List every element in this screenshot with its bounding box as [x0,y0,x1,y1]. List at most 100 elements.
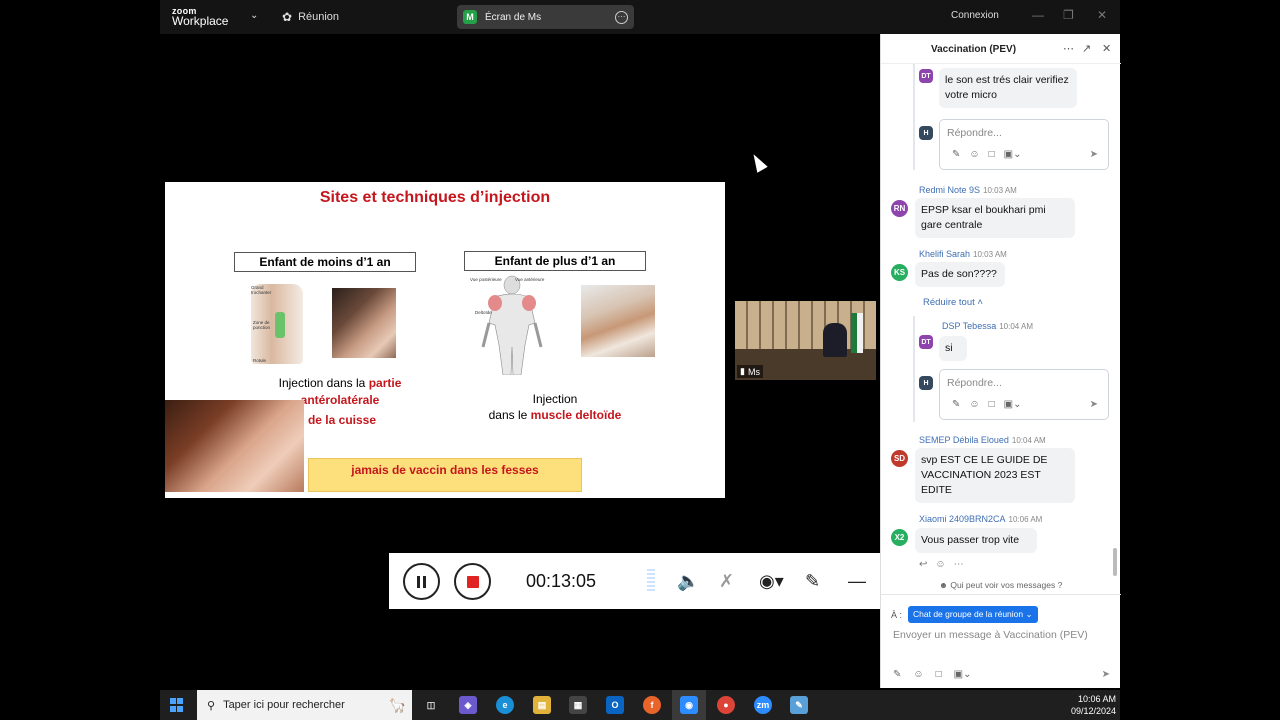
right-caption-line2: dans le muscle deltoïde [475,408,635,422]
reply-box[interactable]: Répondre... ✎ ☺ □ ▣⌄ ➤ [939,119,1109,170]
left-box-label: Enfant de moins d’1 an [234,252,416,272]
search-placeholder: Taper ici pour rechercher [223,699,345,711]
format-icon[interactable]: ✎ [893,669,901,680]
popout-icon[interactable]: ↗ [1082,42,1091,55]
participant-name-tag: ▮ Ms [737,365,763,378]
recipient-value: Chat de groupe de la réunion [913,609,1024,619]
privacy-link-label: Qui peut voir vos messages ? [950,580,1063,590]
emoji-icon[interactable]: ☺ [913,669,923,680]
copilot-icon[interactable]: ◈ [459,696,477,714]
chat-message-text: EPSP ksar el boukhari pmi gare centrale [915,198,1075,238]
more-actions-icon[interactable]: ⋯ [954,559,964,570]
chat-sender: SEMEP Débila Eloued 10:04 AM [919,435,1046,445]
task-view-icon[interactable]: ◫ [422,696,440,714]
screenshot-icon[interactable]: ▣⌄ [1004,399,1022,410]
close-window-icon[interactable]: ✕ [1097,8,1107,22]
left-caption-line1: Injection dans la partie [260,376,420,390]
avatar: DT [919,69,933,83]
sender-name: Xiaomi 2409BRN2CA [919,514,1006,524]
recording-toolbar: 00:13:05 🔈 ✗ ◉▾ ✎ — [389,553,891,609]
meeting-button[interactable]: ✿ Réunion [282,10,339,24]
reply-box[interactable]: Répondre... ✎ ☺ □ ▣⌄ ➤ [939,369,1109,420]
message-time: 10:04 AM [999,322,1034,331]
file-icon[interactable]: □ [989,149,995,160]
chat-scrollbar[interactable] [1113,548,1117,576]
reply-input[interactable]: Répondre... [947,127,1002,139]
windows-taskbar: ⚲ Taper ici pour rechercher 🦙 ◫ ◈ e ▤ ▦ … [160,690,1120,720]
message-time: 10:06 AM [1008,515,1043,524]
taskbar-search[interactable]: ⚲ Taper ici pour rechercher 🦙 [197,690,412,720]
notes-icon[interactable]: ✎ [790,696,808,714]
screenshot-icon[interactable]: ▣⌄ [1004,149,1022,160]
edge-icon[interactable]: e [496,696,514,714]
sharer-badge: M [463,10,477,24]
firefox-icon[interactable]: f [643,696,661,714]
injection-zone [275,312,285,338]
chevron-down-icon[interactable]: ⌄ [250,10,258,21]
paw-icon: ✿ [282,10,293,24]
avatar: KS [891,264,908,281]
minimize-toolbar-icon[interactable]: — [848,571,866,592]
body-label-posterior: Vue postérieure [470,277,502,282]
chat-title: Vaccination (PEV) [931,44,1017,55]
pen-icon[interactable]: ✎ [805,571,820,592]
mouse-cursor-icon [748,151,768,173]
zoom-taskbar-icon[interactable]: ◉ [680,696,698,714]
camera-off-icon[interactable]: ◉▾ [759,571,784,592]
message-actions: ↩ ☺ ⋯ [919,559,964,570]
zoom-logo-bottom: Workplace [172,14,229,28]
mic-off-icon[interactable]: ✗ [719,571,734,592]
message-input[interactable]: Envoyer un message à Vaccination (PEV) [893,629,1088,641]
screenshot-icon[interactable]: ▣⌄ [954,669,972,680]
send-message-icon[interactable]: ➤ [1102,669,1110,680]
file-explorer-icon[interactable]: ▤ [533,696,551,714]
zoom-workplace-icon[interactable]: zm [754,696,772,714]
outlook-icon[interactable]: O [606,696,624,714]
recipient-select[interactable]: Chat de groupe de la réunion ⌄ [908,606,1038,623]
stop-button[interactable] [454,563,491,600]
message-time: 10:04 AM [1011,436,1046,445]
windows-start-icon[interactable] [170,698,184,712]
system-clock[interactable]: 10:06 AM 09/12/2024 [1060,693,1116,717]
message-time: 10:03 AM [983,186,1017,195]
speaker-icon[interactable]: 🔈 [677,571,699,592]
send-icon[interactable]: ➤ [1090,399,1098,410]
message-time: 10:03 AM [973,250,1007,259]
chrome-icon[interactable]: ● [717,696,735,714]
participant-video[interactable]: ▮ Ms [735,301,876,380]
file-icon[interactable]: □ [989,399,995,410]
thread-line [913,316,915,422]
close-chat-icon[interactable]: ✕ [1102,42,1111,55]
screen-share-indicator[interactable]: M Écran de Ms ⋯ [457,5,634,29]
minimize-icon[interactable]: — [1032,8,1044,22]
collapse-all-label: Réduire tout [923,297,975,308]
file-icon[interactable]: □ [936,669,942,680]
right-caption-text: dans le [488,408,531,422]
pause-button[interactable] [403,563,440,600]
maximize-icon[interactable]: ❐ [1063,8,1074,22]
store-icon[interactable]: ▦ [569,696,587,714]
reply-toolbar: ✎ ☺ □ ▣⌄ [952,149,1021,160]
people-icon: ☻ [939,580,948,590]
signal-icon: ▮ [740,366,745,376]
more-options-icon[interactable]: ⋯ [1063,42,1074,55]
reply-toolbar: ✎ ☺ □ ▣⌄ [952,399,1021,410]
emoji-icon[interactable]: ☺ [969,399,979,410]
format-icon[interactable]: ✎ [952,149,960,160]
privacy-link[interactable]: ☻ Qui peut voir vos messages ? [939,580,1062,590]
emoji-icon[interactable]: ☺ [969,149,979,160]
signin-button[interactable]: Connexion [951,10,999,21]
reply-input[interactable]: Répondre... [947,377,1002,389]
zoom-title-bar: zoom Workplace ⌄ ✿ Réunion M Écran de Ms… [160,0,1120,34]
reply-icon[interactable]: ↩ [919,559,927,570]
clock-time: 10:06 AM [1077,694,1116,704]
reaction-icon[interactable]: ☺ [935,559,945,570]
divider [881,594,1121,595]
send-icon[interactable]: ➤ [1090,149,1098,160]
zoom-logo: zoom Workplace [172,6,229,28]
collapse-all-link[interactable]: Réduire tout ˄ [923,297,983,308]
more-icon[interactable]: ⋯ [615,10,628,24]
format-icon[interactable]: ✎ [952,399,960,410]
warning-banner: jamais de vaccin dans les fesses [308,458,582,492]
avatar: X2 [891,529,908,546]
